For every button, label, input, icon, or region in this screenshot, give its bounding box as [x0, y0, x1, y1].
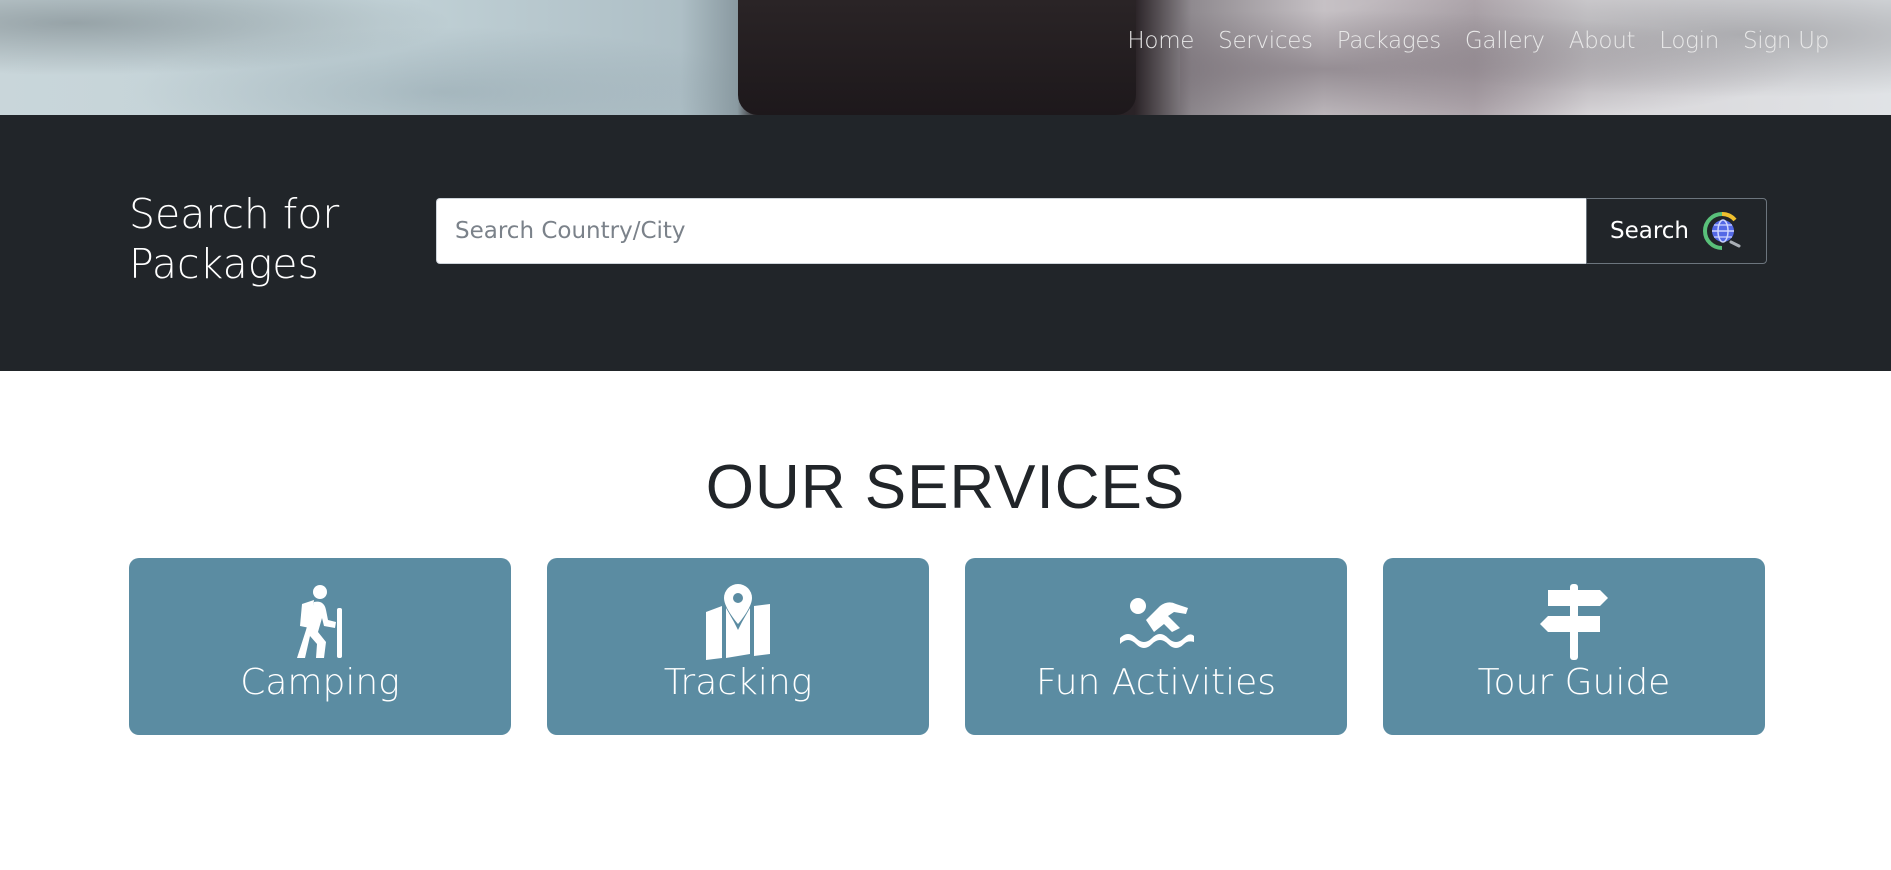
search-title: Search for Packages [129, 190, 340, 288]
nav-about[interactable]: About [1569, 28, 1636, 54]
service-card-fun-activities[interactable]: Fun Activities [965, 558, 1347, 735]
service-card-label: Tour Guide [1477, 662, 1671, 703]
nav-home[interactable]: Home [1127, 28, 1194, 54]
swimmer-icon [1120, 598, 1194, 648]
hero-background-right [1180, 0, 1891, 115]
search-section: Search for Packages Search [0, 115, 1891, 371]
nav-sign-up[interactable]: Sign Up [1743, 28, 1829, 54]
service-card-camping[interactable]: Camping [129, 558, 511, 735]
services-cards: Camping Tracking Fun Activities Tour Gui… [129, 558, 1765, 735]
services-title: OUR SERVICES [705, 453, 1186, 522]
globe-search-icon [1701, 210, 1743, 252]
hero-background-figure [738, 0, 1136, 115]
map-location-icon [706, 584, 770, 660]
nav-gallery[interactable]: Gallery [1465, 28, 1545, 54]
nav-packages[interactable]: Packages [1337, 28, 1441, 54]
nav-login[interactable]: Login [1659, 28, 1719, 54]
service-card-tour-guide[interactable]: Tour Guide [1383, 558, 1765, 735]
hiking-icon [297, 585, 342, 658]
service-card-label: Camping [240, 662, 400, 703]
nav-services[interactable]: Services [1218, 28, 1313, 54]
service-card-label: Fun Activities [1035, 662, 1277, 703]
service-card-tracking[interactable]: Tracking [547, 558, 929, 735]
hero-banner: Home Services Packages Gallery About Log… [0, 0, 1891, 115]
search-button-label: Search [1609, 218, 1690, 244]
search-button[interactable]: Search [1586, 198, 1767, 264]
search-input[interactable] [436, 198, 1586, 264]
search-form: Search [436, 198, 1767, 264]
hero-background-left [0, 0, 740, 115]
main-nav: Home Services Packages Gallery About Log… [1127, 28, 1829, 54]
signpost-icon [1540, 584, 1608, 660]
service-card-label: Tracking [663, 662, 813, 703]
